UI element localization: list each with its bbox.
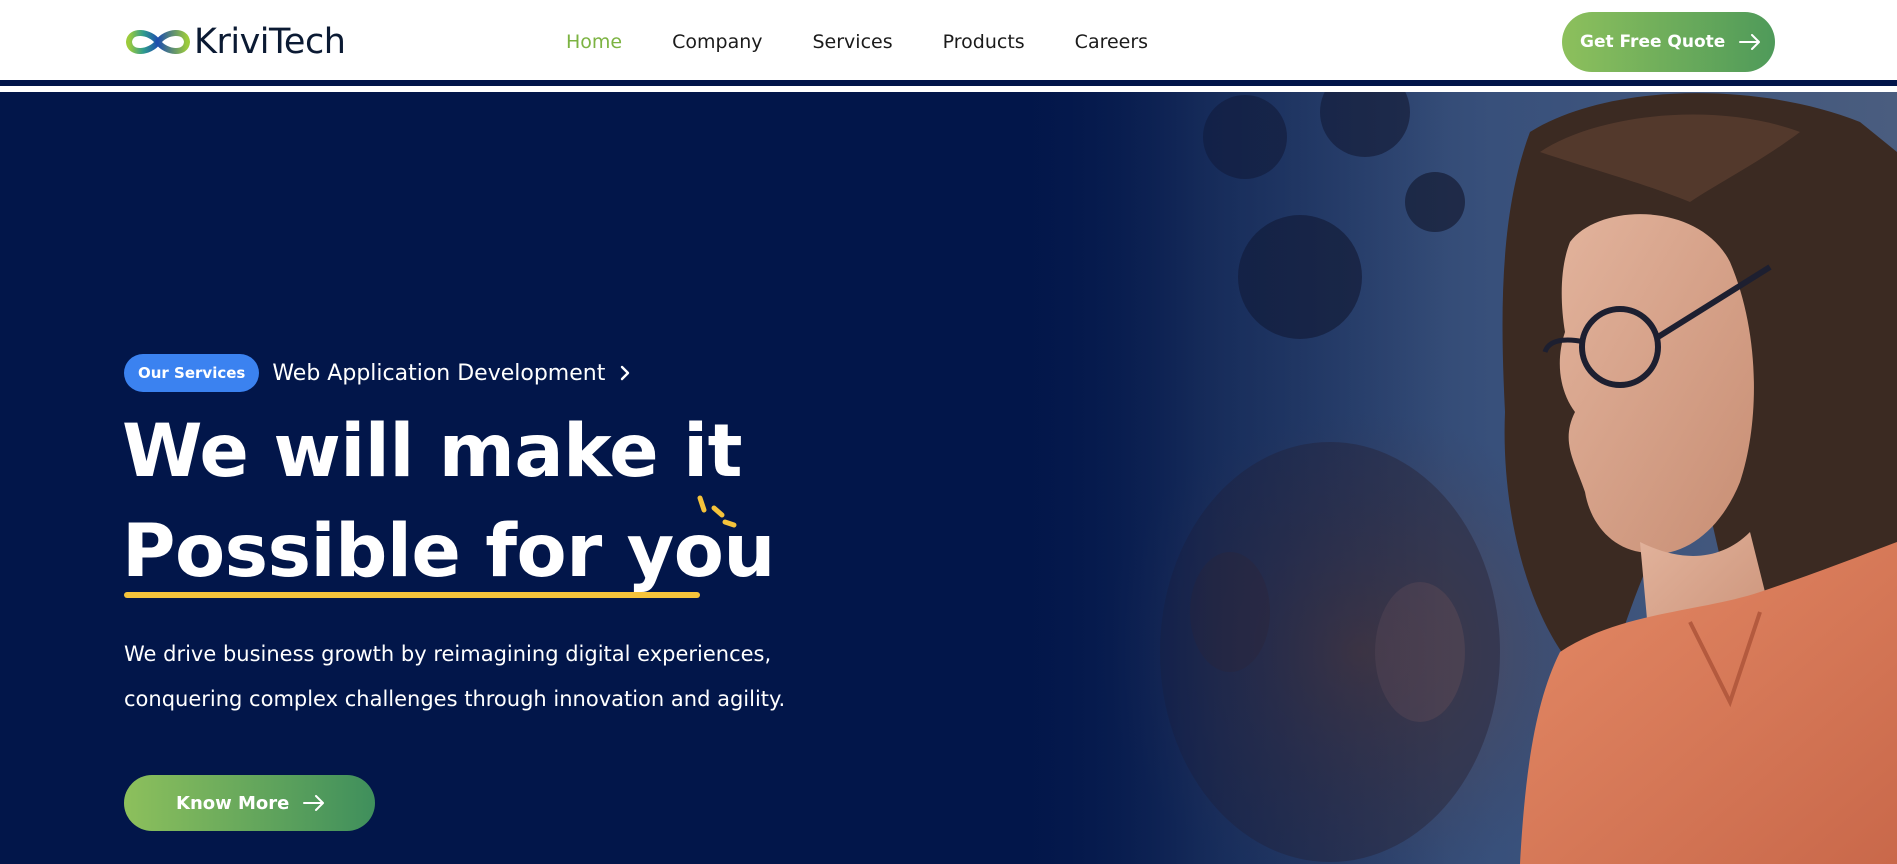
nav-services[interactable]: Services xyxy=(813,31,893,53)
headline-underline xyxy=(124,592,700,598)
get-free-quote-label: Get Free Quote xyxy=(1580,32,1726,52)
know-more-label: Know More xyxy=(176,792,290,814)
chevron-right-icon xyxy=(621,365,630,381)
headline-line-2: Possible for you xyxy=(122,502,775,602)
infinity-logo-icon xyxy=(125,30,191,54)
service-link[interactable]: Web Application Development xyxy=(272,361,605,386)
hero-photo-woman-with-glasses xyxy=(1000,92,1897,864)
nav-careers[interactable]: Careers xyxy=(1075,31,1148,53)
hero-section: Our Services Web Application Development… xyxy=(0,92,1897,864)
nav-company[interactable]: Company xyxy=(672,31,762,53)
our-services-badge: Our Services xyxy=(124,354,260,392)
description-line-1: We drive business growth by reimagining … xyxy=(124,642,772,666)
headline-line-1: We will make it xyxy=(122,409,743,494)
hero-description: We drive business growth by reimagining … xyxy=(124,632,804,722)
main-nav: Home Company Services Products Careers xyxy=(566,28,1198,56)
arrow-right-icon xyxy=(303,795,325,811)
know-more-button[interactable]: Know More xyxy=(124,775,375,831)
description-line-2: conquering complex challenges through in… xyxy=(124,687,786,711)
brand-logo[interactable]: KriviTech xyxy=(124,22,346,62)
service-breadcrumb[interactable]: Our Services Web Application Development xyxy=(124,354,631,392)
brand-name: KriviTech xyxy=(194,22,346,62)
nav-home[interactable]: Home xyxy=(566,31,622,53)
headline-line-2-text: Possible for you xyxy=(122,509,775,594)
sparkle-accent-icon xyxy=(697,495,737,528)
site-header: KriviTech Home Company Services Products… xyxy=(0,0,1897,86)
get-free-quote-button[interactable]: Get Free Quote xyxy=(1562,12,1775,72)
hero-headline: We will make it Possible for you xyxy=(122,402,775,602)
arrow-right-icon xyxy=(1739,34,1761,50)
nav-products[interactable]: Products xyxy=(943,31,1025,53)
